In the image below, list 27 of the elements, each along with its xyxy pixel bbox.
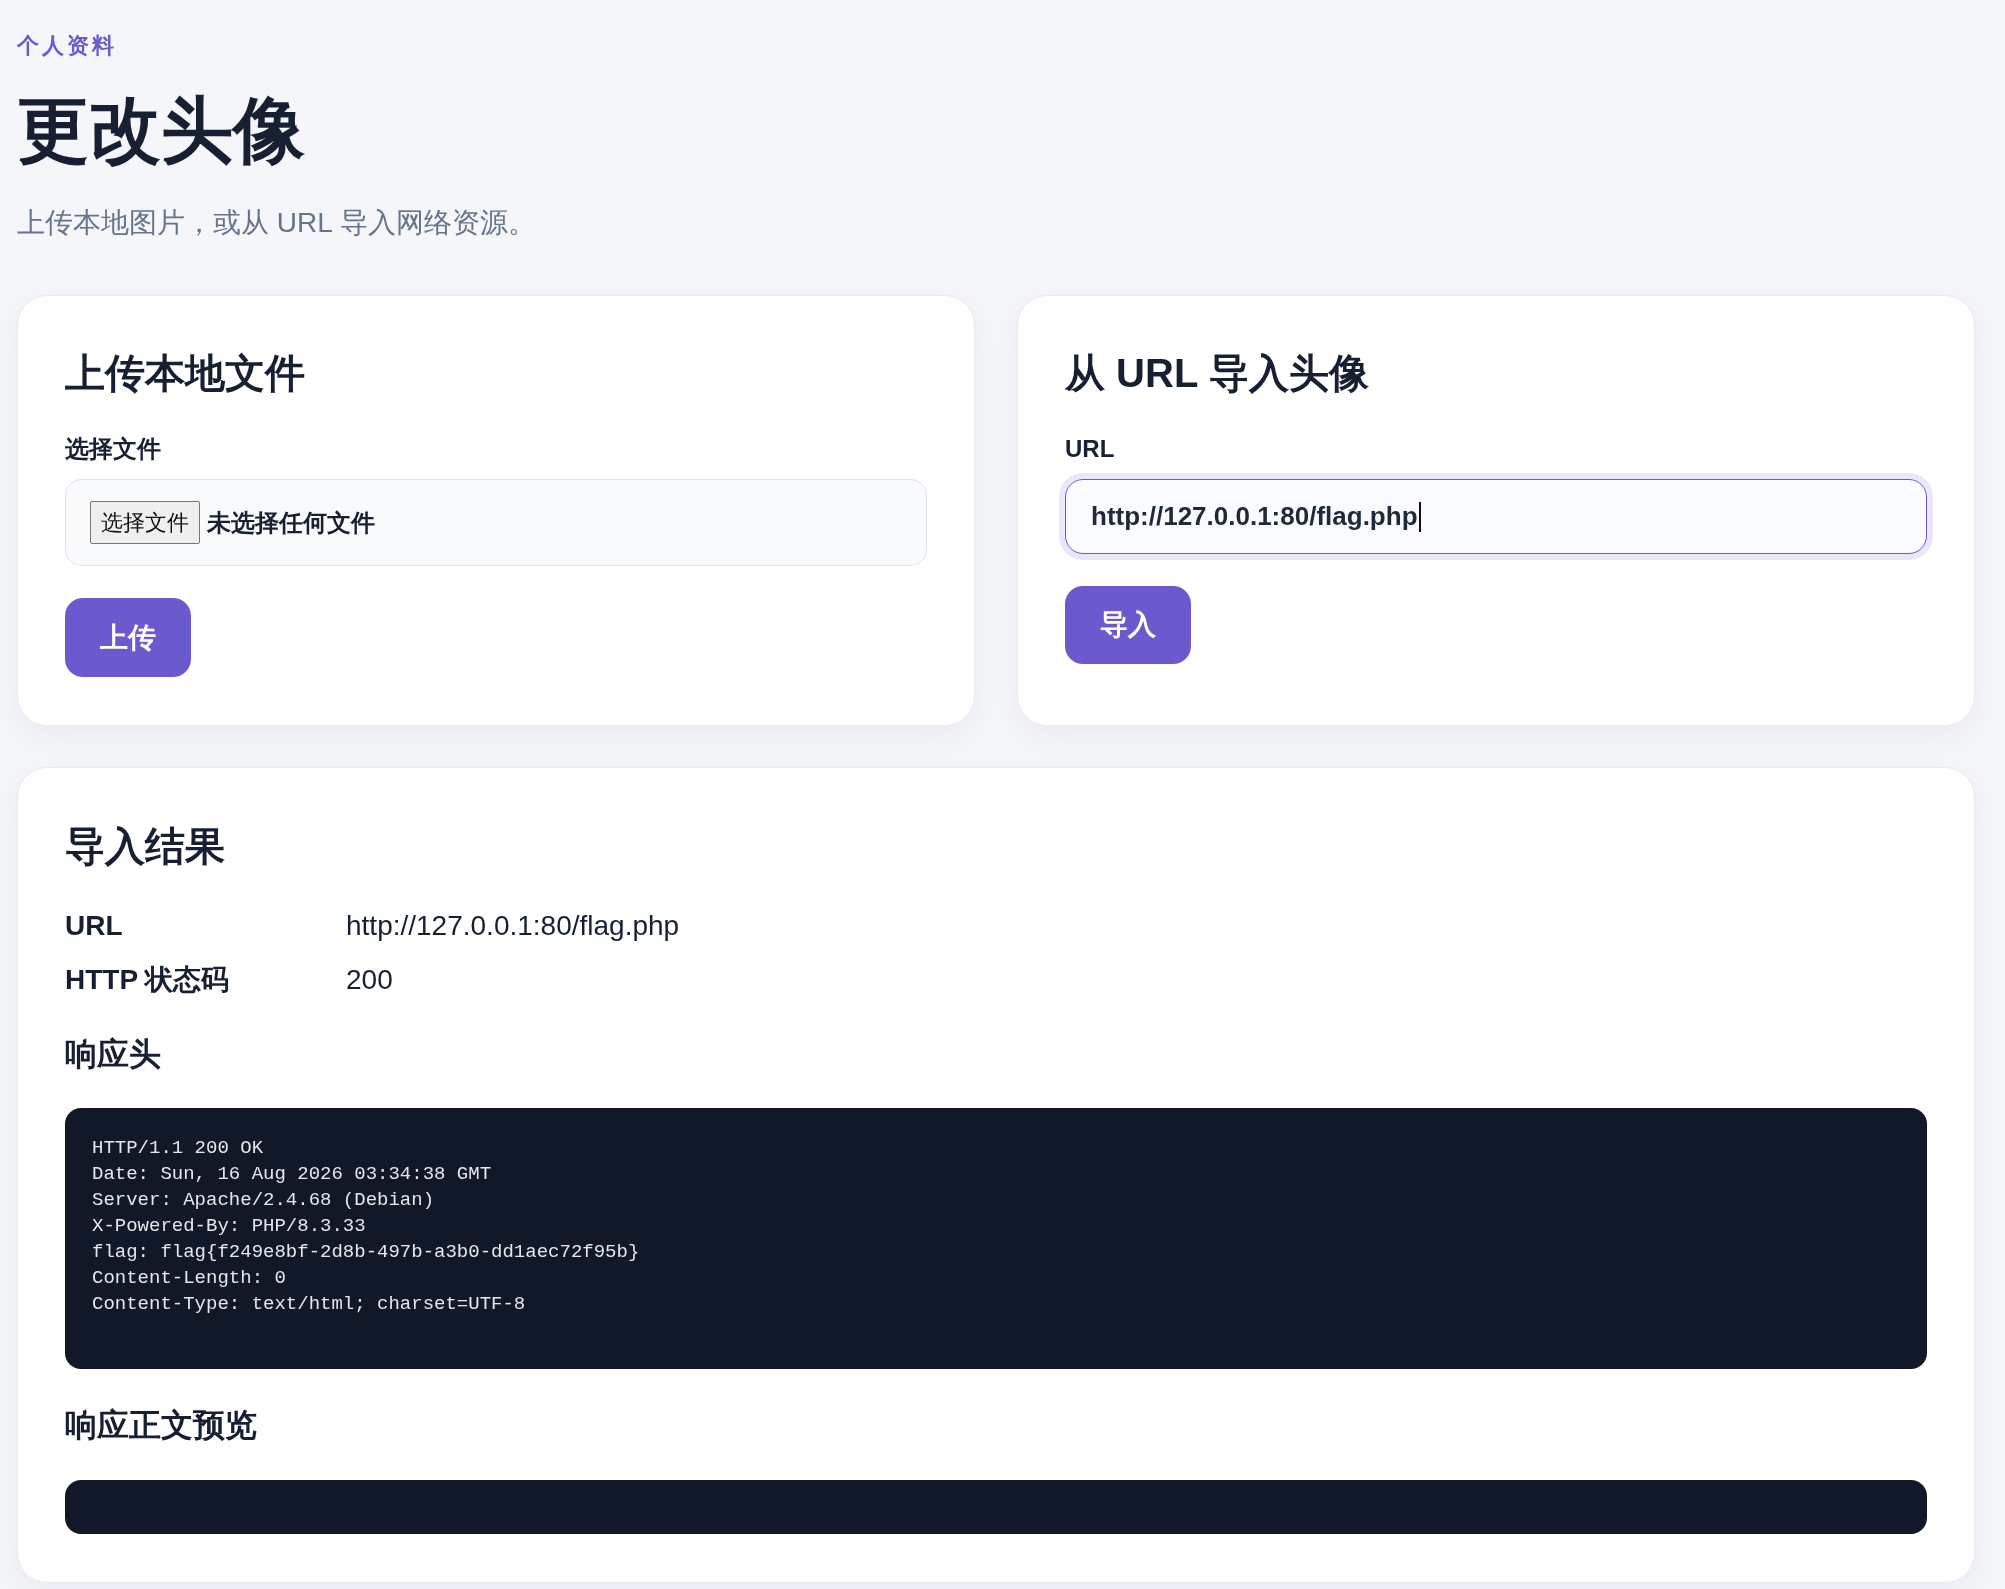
page-title: 更改头像	[17, 89, 305, 172]
choose-file-button[interactable]: 选择文件	[90, 501, 200, 544]
header-line: Content-Length: 0	[92, 1266, 286, 1291]
header-line: Date: Sun, 16 Aug 2026 03:34:38 GMT	[92, 1162, 492, 1187]
card-title: 导入结果	[65, 823, 225, 870]
upload-button[interactable]: 上传	[65, 598, 191, 677]
header-line: Server: Apache/2.4.68 (Debian)	[92, 1188, 435, 1213]
header-line: HTTP/1.1 200 OK	[92, 1136, 264, 1161]
header-line: X-Powered-By: PHP/8.3.33	[92, 1214, 366, 1239]
card-title: 从 URL 导入头像	[1065, 350, 1369, 397]
text-cursor-icon	[1418, 501, 1421, 532]
file-input-field[interactable]: 选择文件 未选择任何文件	[65, 479, 927, 566]
section-eyebrow: 个人资料	[17, 32, 117, 60]
field-value: http://127.0.0.1:80/flag.php	[346, 909, 680, 943]
field-value: 200	[346, 963, 393, 997]
section-heading: 响应头	[65, 1035, 161, 1074]
header-line: Content-Type: text/html; charset=UTF-8	[92, 1292, 526, 1317]
field-label: URL	[1065, 434, 1115, 464]
import-button[interactable]: 导入	[1065, 586, 1191, 664]
page-subtitle: 上传本地图片，或从 URL 导入网络资源。	[17, 206, 536, 240]
card-title: 上传本地文件	[65, 350, 305, 397]
section-heading: 响应正文预览	[65, 1406, 257, 1445]
field-name: HTTP 状态码	[65, 963, 230, 997]
file-status-text: 未选择任何文件	[207, 507, 375, 538]
header-line: flag: flag{f249e8bf-2d8b-497b-a3b0-dd1aec72f95b}	[92, 1240, 640, 1265]
field-label: 选择文件	[65, 434, 161, 464]
field-name: URL	[65, 909, 123, 943]
